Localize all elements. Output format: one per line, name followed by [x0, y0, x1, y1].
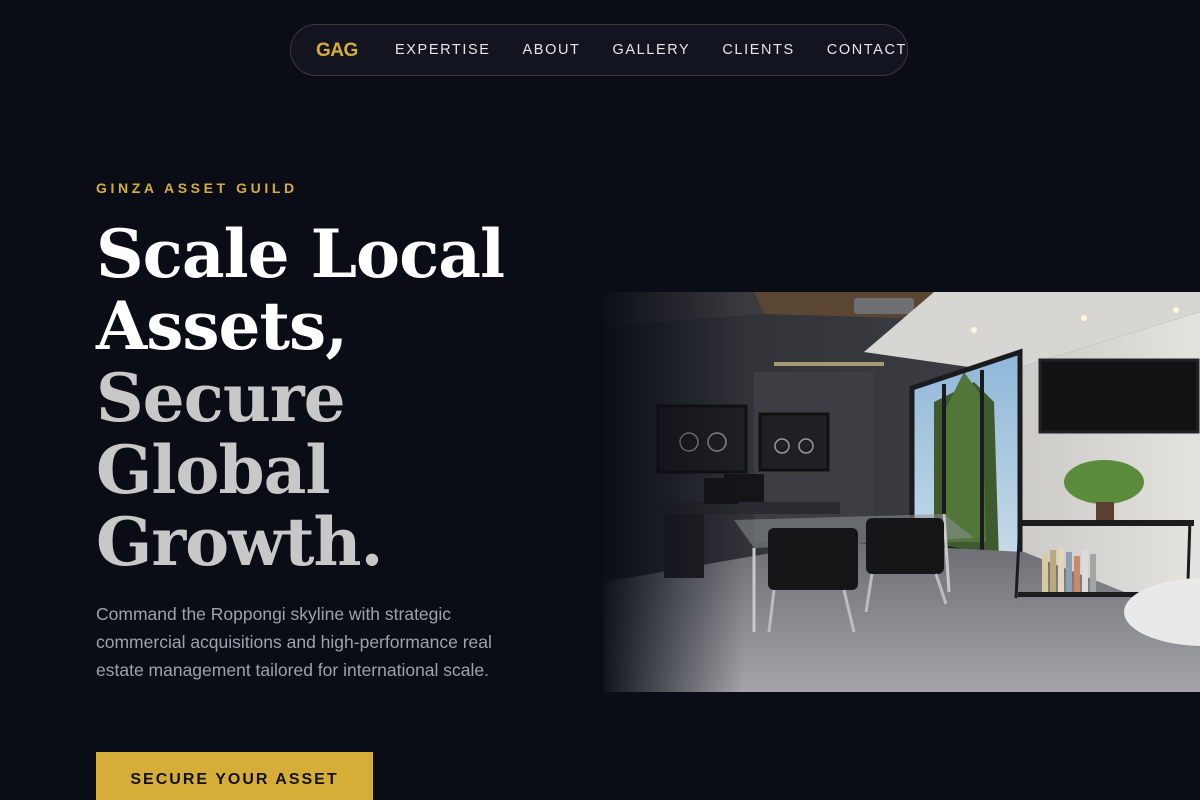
nav-link-gallery[interactable]: GALLERY: [612, 42, 690, 58]
wall-tv: [1038, 358, 1200, 434]
nav-link-expertise[interactable]: EXPERTISE: [395, 42, 491, 58]
brand-logo[interactable]: GAG: [316, 40, 358, 62]
office-chair: [768, 528, 858, 590]
potted-plant: [1064, 460, 1144, 504]
headline-line: Scale Local: [96, 215, 505, 293]
nav-links: EXPERTISE ABOUT GALLERY CLIENTS CONTACT: [395, 42, 907, 58]
console-shelf: [1018, 520, 1194, 526]
secure-asset-button[interactable]: SECURE YOUR ASSET: [96, 752, 373, 800]
nav-link-contact[interactable]: CONTACT: [827, 42, 907, 58]
hero-description: Command the Roppongi skyline with strate…: [96, 604, 492, 680]
headline-line: Assets,: [96, 287, 348, 365]
nav-link-clients[interactable]: CLIENTS: [722, 42, 794, 58]
hero-headline: Scale Local Assets, Secure Global Growth…: [96, 218, 596, 578]
image-left-fade: [604, 292, 744, 692]
hero-eyebrow: GINZA ASSET GUILD: [96, 180, 298, 196]
framed-picture: [758, 412, 830, 472]
top-navigation: GAG EXPERTISE ABOUT GALLERY CLIENTS CONT…: [290, 24, 908, 76]
headline-line: Global: [96, 431, 330, 509]
hero-office-image: [604, 292, 1200, 692]
office-chair: [866, 518, 944, 574]
landing-page: GAG EXPERTISE ABOUT GALLERY CLIENTS CONT…: [0, 0, 1200, 800]
headline-line: Growth.: [96, 503, 383, 581]
headline-line: Secure: [96, 359, 346, 437]
nav-link-about[interactable]: ABOUT: [523, 42, 581, 58]
